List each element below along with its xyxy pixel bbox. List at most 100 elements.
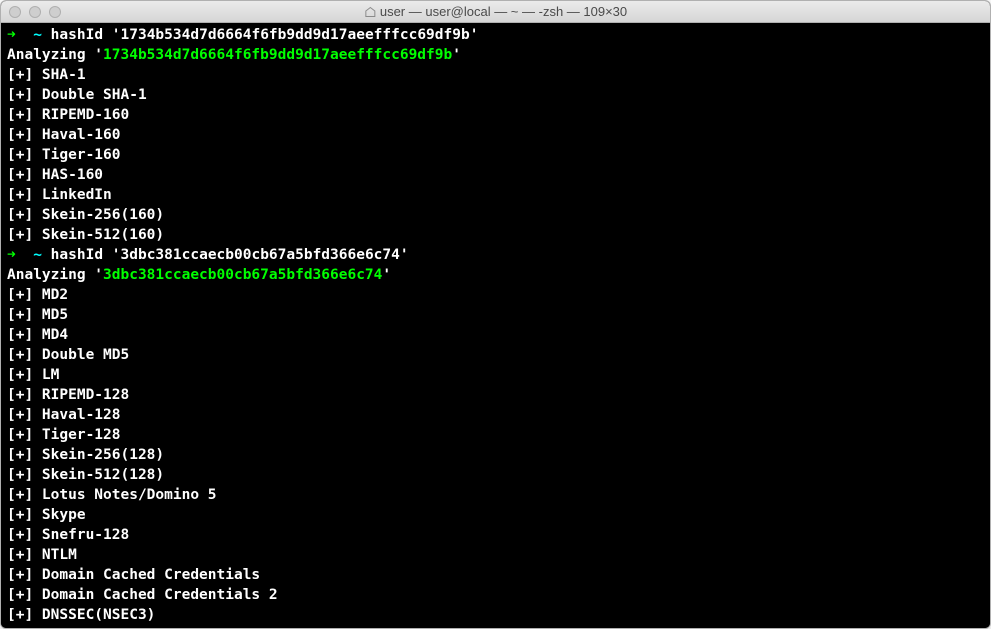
result-marker: [+]: [7, 467, 42, 483]
result-line: [+] MD2: [7, 285, 984, 305]
result-marker: [+]: [7, 447, 42, 463]
prompt-line: ➜ ~ hashId '1734b534d7d6664f6fb9dd9d17ae…: [7, 25, 984, 45]
result-marker: [+]: [7, 607, 42, 623]
algorithm-name: MD4: [42, 327, 68, 343]
algorithm-name: HAS-160: [42, 167, 103, 183]
result-marker: [+]: [7, 127, 42, 143]
result-marker: [+]: [7, 187, 42, 203]
prompt-cwd: ~: [33, 27, 42, 43]
result-marker: [+]: [7, 427, 42, 443]
result-line: [+] Domain Cached Credentials 2: [7, 585, 984, 605]
algorithm-name: Double MD5: [42, 347, 129, 363]
result-marker: [+]: [7, 387, 42, 403]
hash-argument: 3dbc381ccaecb00cb67a5bfd366e6c74: [121, 247, 400, 263]
result-marker: [+]: [7, 67, 42, 83]
result-marker: [+]: [7, 567, 42, 583]
algorithm-name: Skein-512(160): [42, 227, 164, 243]
algorithm-name: LinkedIn: [42, 187, 112, 203]
window-title-text: user — user@local — ~ — -zsh — 109×30: [380, 4, 627, 19]
result-marker: [+]: [7, 407, 42, 423]
result-line: [+] Skype: [7, 505, 984, 525]
result-marker: [+]: [7, 547, 42, 563]
algorithm-name: Skein-256(128): [42, 447, 164, 463]
result-marker: [+]: [7, 287, 42, 303]
prompt-arrow-icon: ➜: [7, 27, 16, 43]
result-marker: [+]: [7, 307, 42, 323]
result-marker: [+]: [7, 207, 42, 223]
algorithm-name: Haval-160: [42, 127, 121, 143]
result-line: [+] MD5: [7, 305, 984, 325]
window-title: user — user@local — ~ — -zsh — 109×30: [364, 4, 627, 19]
result-marker: [+]: [7, 487, 42, 503]
result-line: [+] Tiger-128: [7, 425, 984, 445]
result-line: [+] RIPEMD-160: [7, 105, 984, 125]
result-marker: [+]: [7, 107, 42, 123]
terminal-body[interactable]: ➜ ~ hashId '1734b534d7d6664f6fb9dd9d17ae…: [1, 23, 990, 628]
result-line: [+] Double MD5: [7, 345, 984, 365]
result-line: [+] Haval-128: [7, 405, 984, 425]
algorithm-name: Tiger-160: [42, 147, 121, 163]
prompt-line: ➜ ~ hashId '3dbc381ccaecb00cb67a5bfd366e…: [7, 245, 984, 265]
result-line: [+] Double SHA-1: [7, 85, 984, 105]
result-line: [+] Tiger-160: [7, 145, 984, 165]
analyzing-hash: 1734b534d7d6664f6fb9dd9d17aeefffcc69df9b: [103, 47, 452, 63]
result-marker: [+]: [7, 327, 42, 343]
algorithm-name: Tiger-128: [42, 427, 121, 443]
algorithm-name: Lotus Notes/Domino 5: [42, 487, 217, 503]
traffic-lights: [9, 6, 61, 18]
result-line: [+] LM: [7, 365, 984, 385]
algorithm-name: RIPEMD-128: [42, 387, 129, 403]
minimize-button[interactable]: [29, 6, 41, 18]
algorithm-name: SHA-1: [42, 67, 86, 83]
algorithm-name: Skein-256(160): [42, 207, 164, 223]
titlebar[interactable]: user — user@local — ~ — -zsh — 109×30: [1, 1, 990, 23]
result-line: [+] Domain Cached Credentials: [7, 565, 984, 585]
result-marker: [+]: [7, 167, 42, 183]
result-line: [+] RIPEMD-128: [7, 385, 984, 405]
prompt-cwd: ~: [33, 247, 42, 263]
command-text: hashId ': [51, 27, 121, 43]
result-marker: [+]: [7, 347, 42, 363]
algorithm-name: Skype: [42, 507, 86, 523]
analyzing-hash: 3dbc381ccaecb00cb67a5bfd366e6c74: [103, 267, 382, 283]
algorithm-name: Haval-128: [42, 407, 121, 423]
result-marker: [+]: [7, 507, 42, 523]
close-button[interactable]: [9, 6, 21, 18]
algorithm-name: Domain Cached Credentials: [42, 567, 260, 583]
algorithm-name: RIPEMD-160: [42, 107, 129, 123]
result-line: [+] Haval-160: [7, 125, 984, 145]
hash-argument: 1734b534d7d6664f6fb9dd9d17aeefffcc69df9b: [121, 27, 470, 43]
home-icon: [364, 6, 376, 18]
result-line: [+] Skein-512(128): [7, 465, 984, 485]
result-line: [+] DNSSEC(NSEC3): [7, 605, 984, 625]
result-line: [+] MD4: [7, 325, 984, 345]
result-marker: [+]: [7, 587, 42, 603]
analyzing-line: Analyzing '1734b534d7d6664f6fb9dd9d17aee…: [7, 45, 984, 65]
terminal-window: user — user@local — ~ — -zsh — 109×30 ➜ …: [0, 0, 991, 629]
algorithm-name: MD2: [42, 287, 68, 303]
result-marker: [+]: [7, 87, 42, 103]
result-line: [+] Skein-256(128): [7, 445, 984, 465]
result-marker: [+]: [7, 227, 42, 243]
result-line: [+] Lotus Notes/Domino 5: [7, 485, 984, 505]
result-line: [+] HAS-160: [7, 165, 984, 185]
result-marker: [+]: [7, 147, 42, 163]
prompt-arrow-icon: ➜: [7, 247, 16, 263]
result-line: [+] NTLM: [7, 545, 984, 565]
algorithm-name: Double SHA-1: [42, 87, 147, 103]
algorithm-name: DNSSEC(NSEC3): [42, 607, 156, 623]
command-text: hashId ': [51, 247, 121, 263]
result-line: [+] LinkedIn: [7, 185, 984, 205]
result-line: [+] Skein-512(160): [7, 225, 984, 245]
result-marker: [+]: [7, 527, 42, 543]
algorithm-name: Domain Cached Credentials 2: [42, 587, 278, 603]
algorithm-name: Snefru-128: [42, 527, 129, 543]
result-line: [+] Snefru-128: [7, 525, 984, 545]
algorithm-name: LM: [42, 367, 59, 383]
maximize-button[interactable]: [49, 6, 61, 18]
algorithm-name: Skein-512(128): [42, 467, 164, 483]
algorithm-name: MD5: [42, 307, 68, 323]
result-marker: [+]: [7, 367, 42, 383]
analyzing-line: Analyzing '3dbc381ccaecb00cb67a5bfd366e6…: [7, 265, 984, 285]
result-line: [+] Skein-256(160): [7, 205, 984, 225]
